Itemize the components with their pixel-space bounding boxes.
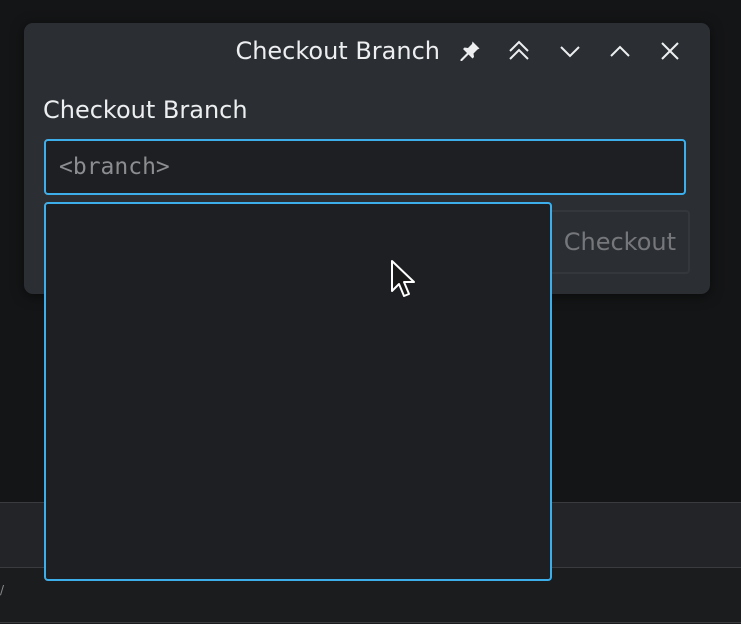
close-button[interactable] (652, 35, 688, 71)
checkout-branch-label: Checkout Branch (43, 96, 248, 124)
branch-input[interactable] (44, 139, 686, 195)
dialog-title: Checkout Branch (235, 37, 440, 65)
keep-above-icon (507, 39, 531, 67)
close-icon (658, 39, 682, 67)
branch-completion-popup[interactable] (44, 202, 552, 581)
pin-icon (458, 39, 482, 67)
pin-button[interactable] (452, 35, 488, 71)
minimize-icon (558, 39, 582, 67)
background-glyph: / (0, 583, 5, 597)
keep-above-button[interactable] (501, 35, 537, 71)
maximize-button[interactable] (602, 35, 638, 71)
dialog-titlebar[interactable]: Checkout Branch (24, 23, 710, 83)
checkout-button[interactable]: Checkout (548, 210, 690, 274)
mouse-cursor-icon (391, 260, 415, 297)
maximize-icon (608, 39, 632, 67)
minimize-button[interactable] (552, 35, 588, 71)
